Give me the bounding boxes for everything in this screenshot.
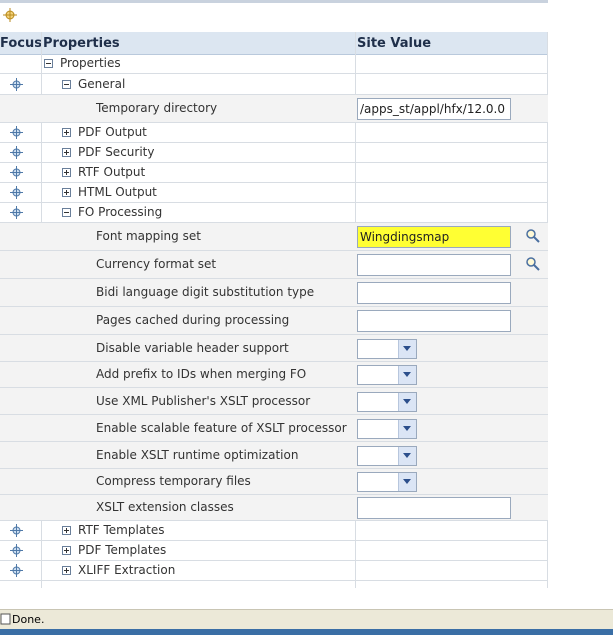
table-row: Enable scalable feature of XSLT processo… xyxy=(0,415,548,442)
property-label: Pages cached during processing xyxy=(96,313,290,327)
table-row: PDF Templates xyxy=(0,541,548,561)
table-row: HTML Output xyxy=(0,183,548,203)
chevron-down-icon[interactable] xyxy=(398,340,416,358)
chevron-down-icon[interactable] xyxy=(398,447,416,465)
table-row: XLIFF Extraction xyxy=(0,561,548,581)
property-label[interactable]: PDF Templates xyxy=(78,543,166,557)
property-label: Font mapping set xyxy=(96,229,201,243)
search-icon[interactable] xyxy=(525,256,541,272)
top-toolbar xyxy=(0,0,548,30)
table-row: Currency format set xyxy=(0,251,548,279)
properties-column-header: Properties xyxy=(43,36,120,51)
property-label: Temporary directory xyxy=(96,101,218,115)
property-label: Enable XSLT runtime optimization xyxy=(96,448,299,462)
site-value-select[interactable] xyxy=(357,339,417,359)
property-label: Enable scalable feature of XSLT processo… xyxy=(96,421,347,435)
focus-crosshair-icon[interactable] xyxy=(10,524,23,537)
site-value-select[interactable] xyxy=(357,472,417,492)
property-label[interactable]: General xyxy=(78,77,125,91)
property-label[interactable]: PDF Output xyxy=(78,125,147,139)
site-value-input[interactable] xyxy=(357,497,511,519)
property-label: XSLT extension classes xyxy=(96,500,234,514)
property-label: Add prefix to IDs when merging FO xyxy=(96,367,307,381)
table-row: Font mapping set Wingdingsmap xyxy=(0,223,548,251)
focus-crosshair-icon[interactable] xyxy=(10,78,23,91)
collapse-toggle-icon[interactable] xyxy=(44,59,53,68)
blank-right-pane xyxy=(548,0,613,609)
focus-crosshair-icon[interactable] xyxy=(10,564,23,577)
property-label[interactable]: RTF Templates xyxy=(78,523,165,537)
table-row: Bidi language digit substitution type xyxy=(0,279,548,307)
table-row: Enable XSLT runtime optimization xyxy=(0,442,548,469)
property-label[interactable]: Properties xyxy=(60,56,121,70)
table-row: Pages cached during processing xyxy=(0,307,548,335)
table-row: RTF Templates xyxy=(0,521,548,541)
expand-toggle-icon[interactable] xyxy=(62,526,71,535)
expand-toggle-icon[interactable] xyxy=(62,566,71,575)
property-label[interactable]: FO Processing xyxy=(78,205,162,219)
site-value-column-header: Site Value xyxy=(357,36,432,51)
site-value-select[interactable] xyxy=(357,419,417,439)
status-text: Done. xyxy=(12,613,45,626)
taskbar xyxy=(0,629,613,635)
property-label[interactable]: PDF Security xyxy=(78,145,154,159)
table-row: Temporary directory/apps_st/appl/hfx/12.… xyxy=(0,95,548,123)
expand-toggle-icon[interactable] xyxy=(62,128,71,137)
site-value-input[interactable] xyxy=(357,282,511,304)
table-row: Use XML Publisher's XSLT processor xyxy=(0,388,548,415)
site-value-select[interactable] xyxy=(357,392,417,412)
property-label: Currency format set xyxy=(96,257,217,271)
expand-toggle-icon[interactable] xyxy=(62,546,71,555)
chevron-down-icon[interactable] xyxy=(398,420,416,438)
chevron-down-icon[interactable] xyxy=(398,473,416,491)
search-icon[interactable] xyxy=(525,228,541,244)
table-row: Add prefix to IDs when merging FO xyxy=(0,362,548,388)
chevron-down-icon[interactable] xyxy=(398,393,416,411)
focus-crosshair-icon[interactable] xyxy=(10,146,23,159)
expand-toggle-icon[interactable] xyxy=(62,188,71,197)
page-icon xyxy=(0,613,11,625)
collapse-toggle-icon[interactable] xyxy=(62,208,71,217)
table-row: PDF Output xyxy=(0,123,548,143)
site-value-input[interactable] xyxy=(357,254,511,276)
focus-crosshair-icon[interactable] xyxy=(10,126,23,139)
property-label[interactable]: RTF Output xyxy=(78,165,145,179)
site-value-input[interactable]: Wingdingsmap xyxy=(357,226,511,248)
property-label[interactable]: HTML Output xyxy=(78,185,157,199)
focus-column-header: Focus xyxy=(0,36,42,51)
property-label: Use XML Publisher's XSLT processor xyxy=(96,394,311,408)
chevron-down-icon[interactable] xyxy=(398,366,416,384)
site-value-input[interactable] xyxy=(357,310,511,332)
table-row: RTF Output xyxy=(0,163,548,183)
table-row: Compress temporary files xyxy=(0,469,548,495)
site-value-select[interactable] xyxy=(357,446,417,466)
table-row: Disable variable header support xyxy=(0,335,548,362)
focus-crosshair-icon[interactable] xyxy=(10,206,23,219)
property-label: Bidi language digit substitution type xyxy=(96,285,315,299)
focus-crosshair-icon[interactable] xyxy=(10,166,23,179)
focus-crosshair-icon[interactable] xyxy=(10,186,23,199)
property-label[interactable]: XLIFF Extraction xyxy=(78,563,175,577)
table-row: PDF Security xyxy=(0,143,548,163)
focus-crosshair-icon[interactable] xyxy=(3,8,17,22)
expand-toggle-icon[interactable] xyxy=(62,168,71,177)
collapse-toggle-icon[interactable] xyxy=(62,80,71,89)
property-label: Disable variable header support xyxy=(96,341,289,355)
site-value-input[interactable]: /apps_st/appl/hfx/12.0.0 xyxy=(357,98,511,120)
expand-toggle-icon[interactable] xyxy=(62,148,71,157)
property-label: Compress temporary files xyxy=(96,474,251,488)
table-row: General xyxy=(0,74,548,95)
table-row: FO Processing xyxy=(0,203,548,223)
focus-crosshair-icon[interactable] xyxy=(10,544,23,557)
table-row: XSLT extension classes xyxy=(0,495,548,521)
table-row: Properties xyxy=(0,54,548,74)
site-value-select[interactable] xyxy=(357,365,417,385)
grid-header: Focus Properties Site Value xyxy=(0,32,548,55)
status-bar: Done. xyxy=(0,609,613,629)
